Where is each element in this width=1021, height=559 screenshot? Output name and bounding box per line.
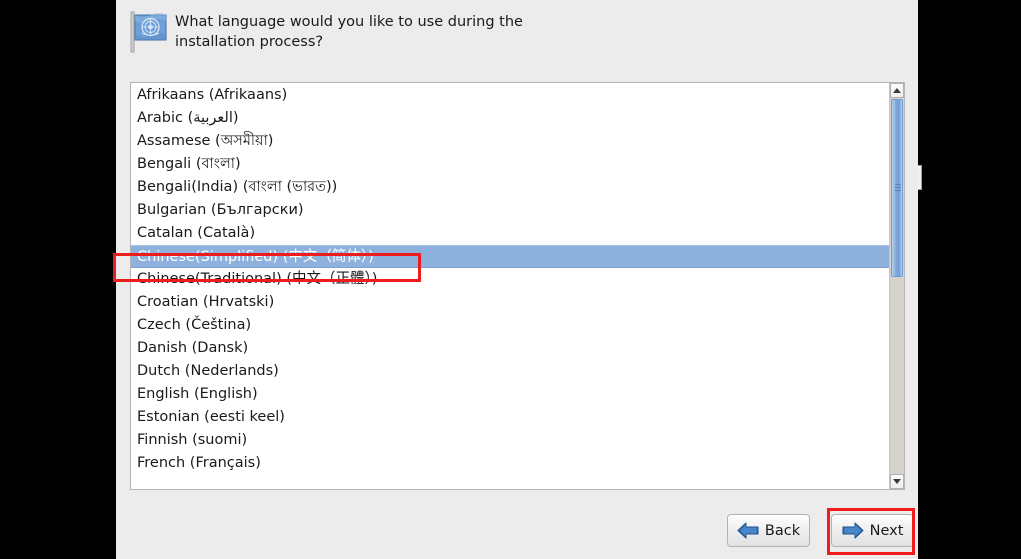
screen-root: What language would you like to use duri… [0,0,1021,559]
list-item[interactable]: Assamese (অসমীয়া) [131,130,891,153]
installer-dialog: What language would you like to use duri… [116,0,918,559]
next-button[interactable]: Next [831,514,914,547]
language-listbox[interactable]: Afrikaans (Afrikaans) Arabic (العربية) A… [130,82,905,490]
back-button[interactable]: Back [727,514,810,547]
list-item[interactable]: Finnish (suomi) [131,429,891,452]
scrollbar-grip-icon [895,184,901,192]
dialog-prompt: What language would you like to use duri… [175,12,625,52]
list-item[interactable]: English (English) [131,383,891,406]
list-item[interactable]: Catalan (Català) [131,222,891,245]
chevron-up-icon [893,88,901,93]
list-item[interactable]: Danish (Dansk) [131,337,891,360]
scroll-down-button[interactable] [890,474,904,489]
list-item[interactable]: Arabic (العربية) [131,107,891,130]
dialog-header: What language would you like to use duri… [116,0,918,70]
scrollbar-thumb[interactable] [891,99,903,277]
arrow-right-icon [842,522,864,539]
list-item[interactable]: Bengali(India) (বাংলা (ভারত)) [131,176,891,199]
next-button-label: Next [869,522,904,539]
list-item[interactable]: Bulgarian (Български) [131,199,891,222]
language-list: Afrikaans (Afrikaans) Arabic (العربية) A… [131,84,891,475]
list-item[interactable]: Bengali (বাংলা) [131,153,891,176]
arrow-left-icon [737,522,759,539]
list-item[interactable]: Estonian (eesti keel) [131,406,891,429]
flag-icon [129,11,169,53]
dialog-prompt-line1: What language would you like to use duri… [175,14,523,30]
list-item[interactable]: French (Français) [131,452,891,475]
list-item[interactable]: Afrikaans (Afrikaans) [131,84,891,107]
dialog-prompt-line2: installation process? [175,34,324,50]
chevron-down-icon [893,479,901,484]
back-button-label: Back [764,522,801,539]
list-item[interactable]: Czech (Čeština) [131,314,891,337]
vertical-scrollbar[interactable] [889,83,904,489]
list-item[interactable]: Chinese(Traditional) (中文（正體）) [131,268,891,291]
scroll-up-button[interactable] [890,83,904,98]
list-item[interactable]: Dutch (Nederlands) [131,360,891,383]
list-item[interactable]: Croatian (Hrvatski) [131,291,891,314]
list-item-selected[interactable]: Chinese(Simplified) (中文（简体）) [131,245,891,268]
